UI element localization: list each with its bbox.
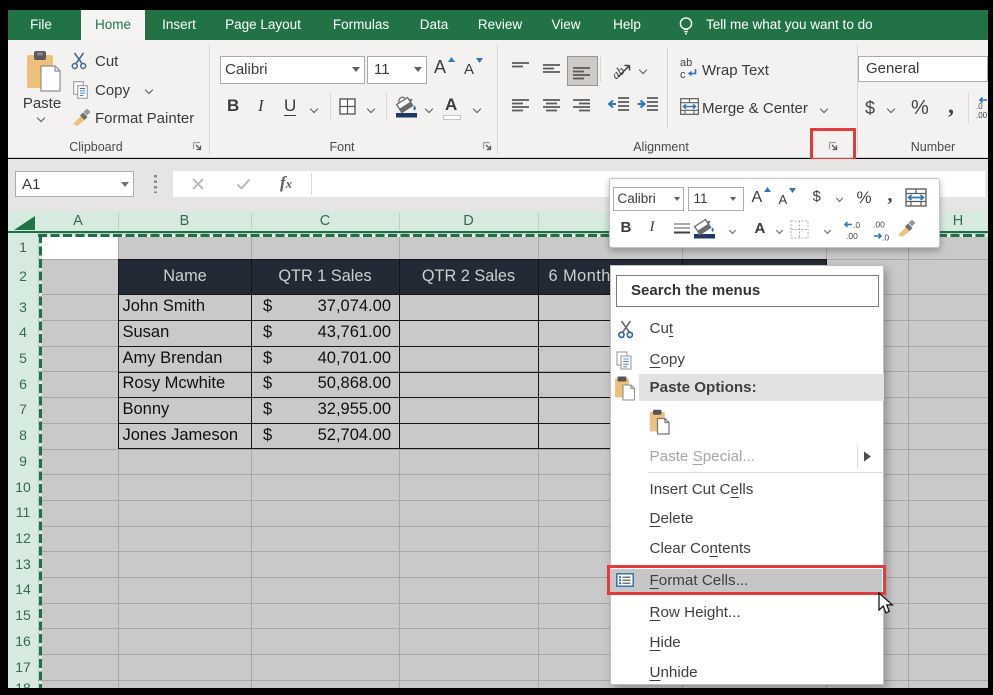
svg-text:.00: .00 bbox=[976, 111, 988, 120]
svg-text:.0: .0 bbox=[853, 220, 860, 230]
svg-text:ab: ab bbox=[680, 57, 692, 69]
svg-text:.0: .0 bbox=[882, 232, 889, 241]
svg-text:.00: .00 bbox=[846, 231, 858, 241]
svg-text:.00: .00 bbox=[873, 219, 885, 229]
svg-text:c: c bbox=[680, 69, 686, 81]
svg-text:.0: .0 bbox=[976, 102, 983, 111]
